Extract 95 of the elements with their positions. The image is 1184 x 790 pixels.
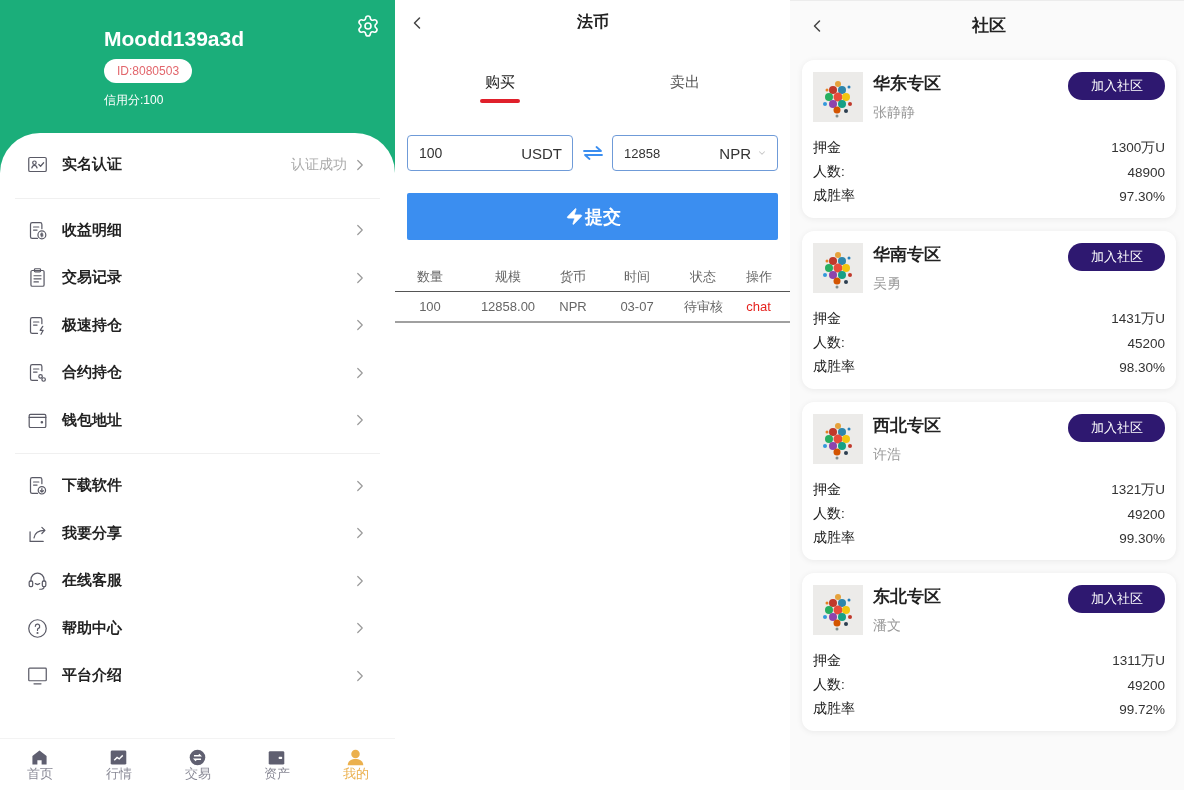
- join-button[interactable]: 加入社区: [1068, 414, 1165, 442]
- community-name: 东北专区: [873, 586, 941, 608]
- colorful-dots-image: [813, 585, 863, 635]
- stat-value: 1431万U: [1111, 310, 1165, 328]
- caret-icon: [757, 148, 767, 158]
- tab[interactable]: 卖出: [592, 60, 778, 110]
- menu-item[interactable]: 我要分享: [0, 509, 395, 557]
- colorful-dots-image: [813, 72, 863, 122]
- community-name: 华东专区: [873, 73, 941, 95]
- column-header: 规模: [465, 262, 551, 292]
- stat-label: 人数:: [813, 334, 845, 352]
- stat-label: 成胜率: [813, 529, 855, 547]
- menu-item[interactable]: 极速持仓: [0, 301, 395, 349]
- stat-value: 49200: [1127, 506, 1165, 522]
- menu-item[interactable]: 下载软件: [0, 462, 395, 510]
- column-header: 时间: [595, 262, 679, 292]
- lightning-icon: [564, 207, 584, 226]
- menu-item[interactable]: 钱包地址: [0, 396, 395, 444]
- join-button[interactable]: 加入社区: [1068, 243, 1165, 271]
- headset-icon: [27, 570, 48, 592]
- stat-value: 98.30%: [1119, 359, 1165, 375]
- stat-label: 人数:: [813, 505, 845, 523]
- stat-label: 押金: [813, 652, 841, 670]
- stat-label: 人数:: [813, 163, 845, 181]
- help-icon: [27, 617, 48, 639]
- leader-name: 潘文: [873, 616, 901, 634]
- user-id-badge: ID:8080503: [104, 59, 193, 83]
- stat-label: 押金: [813, 310, 841, 328]
- leader-name: 张静静: [873, 103, 915, 121]
- status-text: 认证成功: [291, 155, 347, 174]
- nav-tab[interactable]: 资产: [237, 739, 316, 790]
- join-button[interactable]: 加入社区: [1068, 585, 1165, 613]
- nav-tab[interactable]: 交易: [158, 739, 237, 790]
- leader-name: 许浩: [873, 445, 901, 463]
- stat-value: 99.30%: [1119, 530, 1165, 546]
- user-icon: [347, 749, 364, 766]
- menu-item[interactable]: 交易记录: [0, 254, 395, 302]
- amount-field[interactable]: 12858 NPR: [612, 135, 778, 171]
- colorful-dots-image: [813, 414, 863, 464]
- swap-icon[interactable]: [582, 146, 603, 160]
- community-name: 西北专区: [873, 415, 941, 437]
- table-cell: 100: [395, 292, 465, 323]
- stat-value: 1321万U: [1111, 481, 1165, 499]
- nav-tab[interactable]: 行情: [79, 739, 158, 790]
- chart-icon: [110, 749, 127, 766]
- stat-value: 1300万U: [1111, 139, 1165, 157]
- clipboard-icon: [27, 267, 48, 289]
- settings-button[interactable]: [355, 13, 381, 39]
- amount-field[interactable]: 100 USDT: [407, 135, 573, 171]
- menu-item[interactable]: 实名认证 认证成功: [0, 141, 395, 189]
- chat-link[interactable]: chat: [746, 299, 771, 314]
- colorful-dots-image: [813, 243, 863, 293]
- stat-label: 押金: [813, 481, 841, 499]
- join-button[interactable]: 加入社区: [1068, 72, 1165, 100]
- community-name: 华南专区: [873, 244, 941, 266]
- monitor-icon: [27, 665, 48, 687]
- document-icon: [27, 362, 48, 384]
- document-coin-icon: [27, 219, 48, 241]
- currency-dropdown[interactable]: NPR: [719, 144, 767, 162]
- table-cell: NPR: [551, 292, 595, 323]
- screen-title: 法币: [576, 12, 609, 32]
- menu-item[interactable]: 帮助中心: [0, 604, 395, 652]
- table-cell: 12858.00: [465, 292, 551, 323]
- table-cell: 03-07: [595, 292, 679, 323]
- currency-unit: USDT: [521, 144, 562, 162]
- settings-icon: [356, 14, 380, 38]
- stat-value: 1311万U: [1112, 652, 1165, 670]
- menu-item[interactable]: 收益明细: [0, 206, 395, 254]
- nav-tab[interactable]: 首页: [0, 739, 79, 790]
- stat-value: 49200: [1127, 677, 1165, 693]
- column-header: 货币: [551, 262, 595, 292]
- menu-item[interactable]: 在线客服: [0, 557, 395, 605]
- document-download-icon: [27, 475, 48, 497]
- stat-label: 成胜率: [813, 700, 855, 718]
- stat-value: 45200: [1127, 335, 1165, 351]
- stat-value: 97.30%: [1119, 188, 1165, 204]
- column-header: 数量: [395, 262, 465, 292]
- screen-title: 社区: [972, 15, 1006, 37]
- username: Moodd139a3d: [104, 27, 245, 51]
- stat-value: 99.72%: [1119, 701, 1165, 717]
- stat-label: 人数:: [813, 676, 845, 694]
- menu-item[interactable]: 平台介绍: [0, 652, 395, 700]
- stat-label: 成胜率: [813, 187, 855, 205]
- wallet-icon: [268, 749, 285, 766]
- table-cell: 待审核: [679, 292, 727, 323]
- leader-name: 吴勇: [873, 274, 901, 292]
- stat-label: 成胜率: [813, 358, 855, 376]
- menu-item[interactable]: 合约持仓: [0, 349, 395, 397]
- exchange-icon: [189, 749, 206, 766]
- tab[interactable]: 购买: [407, 60, 593, 110]
- credit-score: 信用分:100: [104, 93, 164, 107]
- stat-value: 48900: [1127, 164, 1165, 180]
- column-header: 状态: [679, 262, 727, 292]
- home-icon: [31, 749, 48, 766]
- stat-label: 押金: [813, 139, 841, 157]
